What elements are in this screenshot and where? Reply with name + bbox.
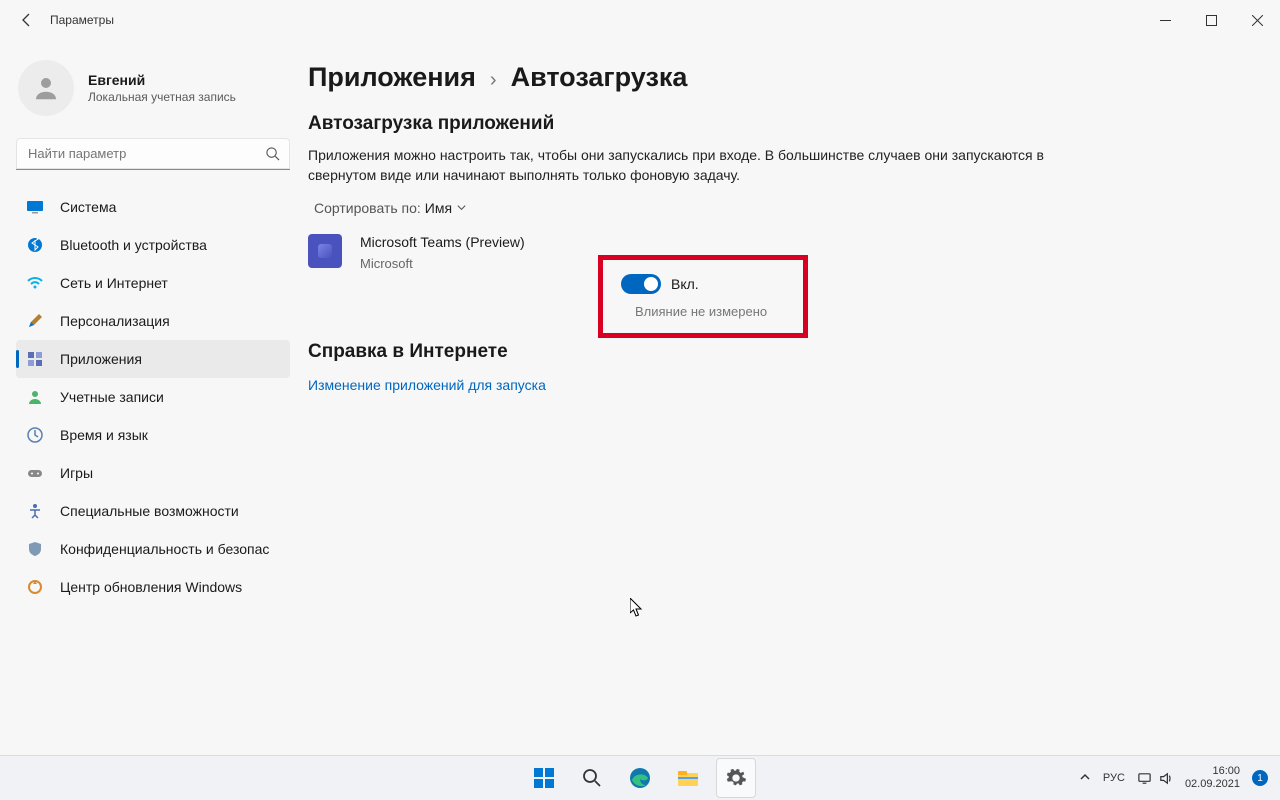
sort-label: Сортировать по: <box>314 200 421 216</box>
tray-icons[interactable] <box>1137 771 1173 786</box>
taskbar-search[interactable] <box>572 758 612 798</box>
taskbar-explorer[interactable] <box>668 758 708 798</box>
back-icon[interactable] <box>18 12 34 28</box>
clock-globe-icon <box>26 426 44 444</box>
highlight-box: Вкл. Влияние не измерено <box>598 255 808 338</box>
sidebar-item-bluetooth[interactable]: Bluetooth и устройства <box>16 226 290 264</box>
breadcrumb-parent[interactable]: Приложения <box>308 62 476 93</box>
sidebar-item-windows-update[interactable]: Центр обновления Windows <box>16 568 290 606</box>
app-publisher: Microsoft <box>360 256 525 271</box>
nav-list: Система Bluetooth и устройства Сеть и Ин… <box>16 188 290 606</box>
user-name: Евгений <box>88 72 236 88</box>
person-icon <box>26 388 44 406</box>
taskbar: РУС 16:00 02.09.2021 1 <box>0 755 1280 800</box>
sidebar-item-accessibility[interactable]: Специальные возможности <box>16 492 290 530</box>
titlebar: Параметры <box>0 0 1280 40</box>
sidebar-item-system[interactable]: Система <box>16 188 290 226</box>
startup-toggle[interactable] <box>621 274 661 294</box>
sidebar-item-network[interactable]: Сеть и Интернет <box>16 264 290 302</box>
sidebar-item-personalization[interactable]: Персонализация <box>16 302 290 340</box>
taskbar-edge[interactable] <box>620 758 660 798</box>
brush-icon <box>26 312 44 330</box>
user-account-type: Локальная учетная запись <box>88 90 236 104</box>
app-impact: Влияние не измерено <box>635 304 781 319</box>
tray-clock[interactable]: 16:00 02.09.2021 <box>1185 765 1240 791</box>
section-description: Приложения можно настроить так, чтобы он… <box>308 145 1048 186</box>
taskbar-settings[interactable] <box>716 758 756 798</box>
maximize-button[interactable] <box>1188 0 1234 40</box>
tray-notification-badge[interactable]: 1 <box>1252 770 1268 786</box>
sort-value: Имя <box>425 200 452 216</box>
apps-icon <box>26 350 44 368</box>
sidebar-item-accounts[interactable]: Учетные записи <box>16 378 290 416</box>
sidebar: Евгений Локальная учетная запись Система… <box>0 40 300 755</box>
bluetooth-icon <box>26 236 44 254</box>
cursor-icon <box>630 598 644 618</box>
user-profile[interactable]: Евгений Локальная учетная запись <box>16 40 290 134</box>
sidebar-item-time-language[interactable]: Время и язык <box>16 416 290 454</box>
sidebar-item-privacy[interactable]: Конфиденциальность и безопас <box>16 530 290 568</box>
network-icon <box>1137 771 1152 786</box>
sidebar-item-apps[interactable]: Приложения <box>16 340 290 378</box>
search-box[interactable] <box>16 138 290 170</box>
sort-dropdown[interactable]: Сортировать по: Имя <box>314 200 1240 216</box>
breadcrumb-current: Автозагрузка <box>511 62 688 93</box>
wifi-icon <box>26 274 44 292</box>
breadcrumb: Приложения › Автозагрузка <box>308 62 1240 93</box>
help-section: Справка в Интернете Изменение приложений… <box>308 341 1240 395</box>
chevron-right-icon: › <box>490 69 497 92</box>
tray-date: 02.09.2021 <box>1185 778 1240 791</box>
sidebar-item-gaming[interactable]: Игры <box>16 454 290 492</box>
window-title: Параметры <box>50 13 114 27</box>
help-heading: Справка в Интернете <box>308 341 1240 363</box>
minimize-button[interactable] <box>1142 0 1188 40</box>
accessibility-icon <box>26 502 44 520</box>
shield-icon <box>26 540 44 558</box>
update-icon <box>26 578 44 596</box>
help-link[interactable]: Изменение приложений для запуска <box>308 377 546 393</box>
tray-time: 16:00 <box>1185 765 1240 778</box>
tray-chevron-up-icon[interactable] <box>1079 771 1091 786</box>
section-heading: Автозагрузка приложений <box>308 113 1240 135</box>
main-content: Приложения › Автозагрузка Автозагрузка п… <box>300 40 1280 755</box>
close-button[interactable] <box>1234 0 1280 40</box>
toggle-label: Вкл. <box>671 276 699 292</box>
app-name: Microsoft Teams (Preview) <box>360 234 525 250</box>
search-input[interactable] <box>16 138 290 170</box>
volume-icon <box>1158 771 1173 786</box>
gamepad-icon <box>26 464 44 482</box>
chevron-down-icon <box>456 200 467 216</box>
search-icon <box>265 146 280 161</box>
avatar <box>18 60 74 116</box>
teams-icon <box>308 234 342 268</box>
tray-language[interactable]: РУС <box>1103 772 1125 784</box>
monitor-icon <box>26 198 44 216</box>
start-button[interactable] <box>524 758 564 798</box>
